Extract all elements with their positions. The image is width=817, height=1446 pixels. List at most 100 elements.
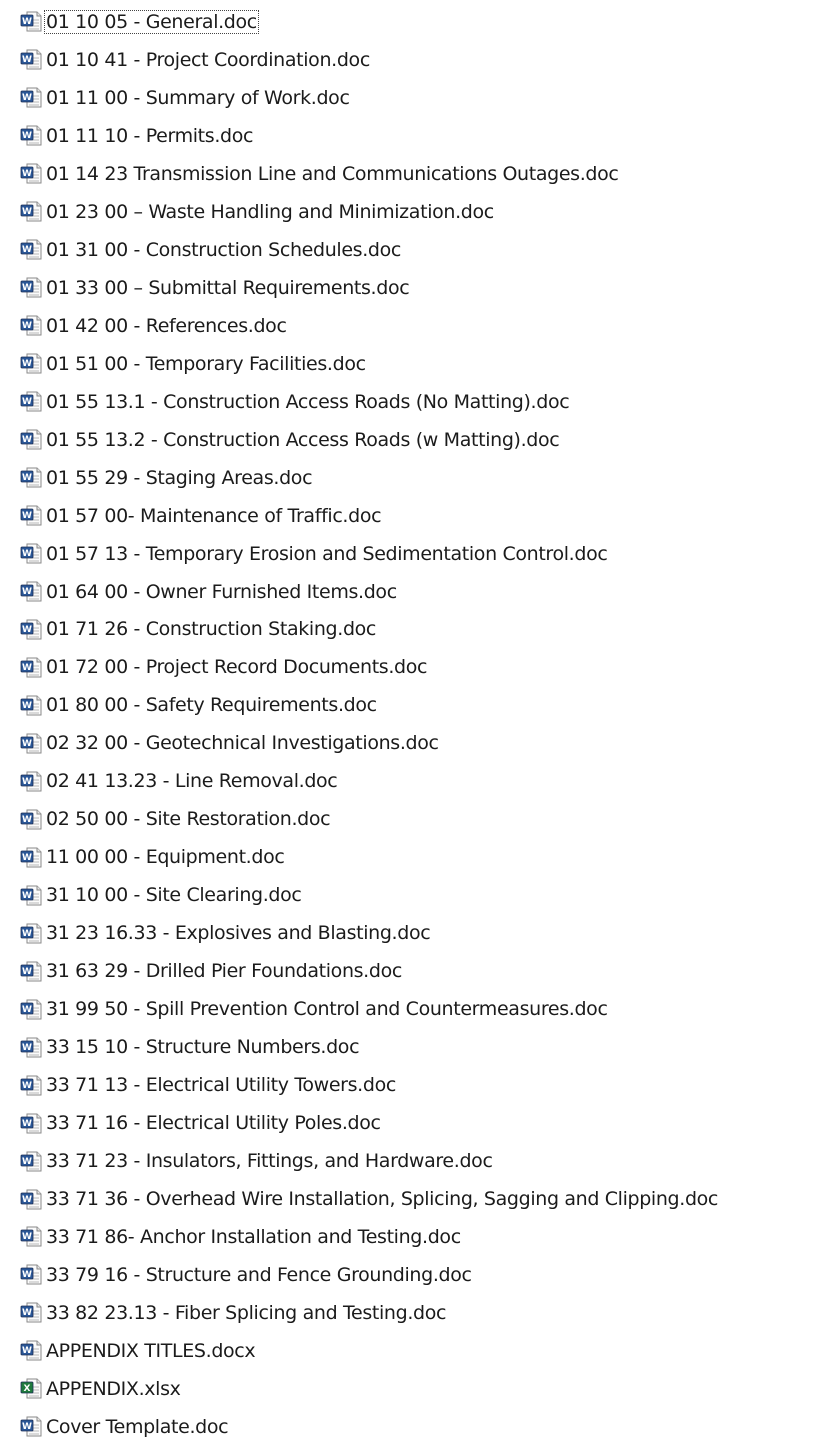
svg-text:W: W	[22, 397, 32, 407]
file-item[interactable]: W 02 50 00 - Site Restoration.doc	[0, 800, 817, 838]
word-document-icon: W	[20, 239, 42, 260]
svg-text:W: W	[22, 321, 32, 331]
file-item[interactable]: W 01 55 29 - Staging Areas.doc	[0, 459, 817, 497]
svg-text:W: W	[22, 1422, 32, 1432]
file-name: 01 55 13.2 - Construction Access Roads (…	[46, 428, 560, 451]
svg-text:W: W	[22, 701, 32, 711]
file-item[interactable]: X APPENDIX.xlsx	[0, 1370, 817, 1408]
file-name: Cover Template.doc	[46, 1415, 229, 1438]
file-name: 01 71 26 - Construction Staking.doc	[46, 618, 377, 641]
svg-text:W: W	[22, 967, 32, 977]
file-item[interactable]: W 01 11 00 - Summary of Work.doc	[0, 79, 817, 117]
word-document-icon: W	[20, 961, 42, 982]
file-item[interactable]: W 31 63 29 - Drilled Pier Foundations.doc	[0, 952, 817, 990]
file-item[interactable]: W 01 57 00- Maintenance of Traffic.doc	[0, 497, 817, 535]
svg-text:W: W	[22, 169, 32, 179]
file-item[interactable]: W 33 82 23.13 - Fiber Splicing and Testin…	[0, 1294, 817, 1332]
file-name: 33 71 86- Anchor Installation and Testin…	[46, 1225, 461, 1248]
file-item[interactable]: W 01 80 00 - Safety Requirements.doc	[0, 686, 817, 724]
file-item[interactable]: W 01 55 13.2 - Construction Access Roads …	[0, 421, 817, 459]
file-item[interactable]: W 01 33 00 – Submittal Requirements.doc	[0, 269, 817, 307]
word-document-icon: W	[20, 11, 42, 32]
file-item[interactable]: W 01 57 13 - Temporary Erosion and Sedime…	[0, 535, 817, 573]
word-document-icon: W	[20, 543, 42, 564]
file-item[interactable]: W 01 14 23 Transmission Line and Communic…	[0, 155, 817, 193]
file-item[interactable]: W 33 71 86- Anchor Installation and Testi…	[0, 1218, 817, 1256]
file-item[interactable]: W 33 71 13 - Electrical Utility Towers.do…	[0, 1066, 817, 1104]
svg-text:W: W	[22, 663, 32, 673]
file-name: 01 33 00 – Submittal Requirements.doc	[46, 276, 410, 299]
word-document-icon: W	[20, 125, 42, 146]
file-item[interactable]: W 01 23 00 – Waste Handling and Minimizat…	[0, 193, 817, 231]
word-document-icon: W	[20, 1416, 42, 1437]
word-document-icon: W	[20, 619, 42, 640]
file-item[interactable]: W 01 55 13.1 - Construction Access Roads …	[0, 383, 817, 421]
file-item[interactable]: W 01 42 00 - References.doc	[0, 307, 817, 345]
file-name: 01 11 00 - Summary of Work.doc	[46, 86, 350, 109]
file-item[interactable]: W 33 79 16 - Structure and Fence Groundin…	[0, 1256, 817, 1294]
file-item[interactable]: W APPENDIX TITLES.docx	[0, 1332, 817, 1370]
svg-text:W: W	[22, 1157, 32, 1167]
word-document-icon: W	[20, 1302, 42, 1323]
word-document-icon: W	[20, 1226, 42, 1247]
file-item[interactable]: W 01 71 26 - Construction Staking.doc	[0, 611, 817, 649]
file-name: 33 71 16 - Electrical Utility Poles.doc	[46, 1112, 381, 1135]
svg-text:W: W	[22, 359, 32, 369]
file-name: 33 82 23.13 - Fiber Splicing and Testing…	[46, 1301, 447, 1324]
file-name: 01 72 00 - Project Record Documents.doc	[46, 656, 428, 679]
svg-text:W: W	[22, 1195, 32, 1205]
word-document-icon: W	[20, 277, 42, 298]
file-name: 33 71 36 - Overhead Wire Installation, S…	[46, 1188, 719, 1211]
word-document-icon: W	[20, 391, 42, 412]
file-item[interactable]: W 01 64 00 - Owner Furnished Items.doc	[0, 573, 817, 611]
file-item[interactable]: W 01 11 10 - Permits.doc	[0, 117, 817, 155]
svg-text:W: W	[22, 929, 32, 939]
file-item[interactable]: W 11 00 00 - Equipment.doc	[0, 838, 817, 876]
word-document-icon: W	[20, 1264, 42, 1285]
svg-text:W: W	[22, 17, 32, 27]
file-item[interactable]: W 33 71 36 - Overhead Wire Installation, …	[0, 1180, 817, 1218]
svg-text:W: W	[22, 207, 32, 217]
word-document-icon: W	[20, 657, 42, 678]
svg-text:W: W	[22, 1043, 32, 1053]
svg-text:W: W	[22, 93, 32, 103]
word-document-icon: W	[20, 163, 42, 184]
file-name: 01 55 13.1 - Construction Access Roads (…	[46, 390, 570, 413]
file-item[interactable]: W Cover Template.doc	[0, 1408, 817, 1446]
file-item[interactable]: W 01 10 05 - General.doc	[0, 3, 817, 41]
svg-text:W: W	[22, 245, 32, 255]
file-item[interactable]: W 33 71 16 - Electrical Utility Poles.doc	[0, 1104, 817, 1142]
svg-text:W: W	[22, 1005, 32, 1015]
svg-text:W: W	[22, 1119, 32, 1129]
file-item[interactable]: W 01 51 00 - Temporary Facilities.doc	[0, 345, 817, 383]
file-item[interactable]: W 33 71 23 - Insulators, Fittings, and Ha…	[0, 1142, 817, 1180]
word-document-icon: W	[20, 695, 42, 716]
file-list: W 01 10 05 - General.doc W 01 10 41 - Proje…	[0, 3, 817, 1446]
file-item[interactable]: W 01 31 00 - Construction Schedules.doc	[0, 231, 817, 269]
file-name: 01 80 00 - Safety Requirements.doc	[46, 694, 377, 717]
file-name: 33 15 10 - Structure Numbers.doc	[46, 1036, 360, 1059]
file-item[interactable]: W 02 32 00 - Geotechnical Investigations.…	[0, 724, 817, 762]
file-item[interactable]: W 31 23 16.33 - Explosives and Blasting.d…	[0, 914, 817, 952]
file-name: APPENDIX.xlsx	[46, 1377, 181, 1400]
word-document-icon: W	[20, 505, 42, 526]
file-name: 01 23 00 – Waste Handling and Minimizati…	[46, 200, 494, 223]
file-item[interactable]: W 01 10 41 - Project Coordination.doc	[0, 41, 817, 79]
word-document-icon: W	[20, 1340, 42, 1361]
svg-text:W: W	[22, 1270, 32, 1280]
file-item[interactable]: W 31 10 00 - Site Clearing.doc	[0, 876, 817, 914]
file-item[interactable]: W 31 99 50 - Spill Prevention Control and…	[0, 990, 817, 1028]
word-document-icon: W	[20, 581, 42, 602]
svg-text:W: W	[22, 1346, 32, 1356]
word-document-icon: W	[20, 999, 42, 1020]
file-item[interactable]: W 02 41 13.23 - Line Removal.doc	[0, 762, 817, 800]
file-item[interactable]: W 01 72 00 - Project Record Documents.doc	[0, 648, 817, 686]
file-name: 01 57 13 - Temporary Erosion and Sedimen…	[46, 542, 608, 565]
file-item[interactable]: W 33 15 10 - Structure Numbers.doc	[0, 1028, 817, 1066]
file-name: 01 10 41 - Project Coordination.doc	[46, 48, 370, 71]
file-name: 02 32 00 - Geotechnical Investigations.d…	[46, 732, 439, 755]
word-document-icon: W	[20, 733, 42, 754]
word-document-icon: W	[20, 467, 42, 488]
word-document-icon: W	[20, 49, 42, 70]
word-document-icon: W	[20, 429, 42, 450]
